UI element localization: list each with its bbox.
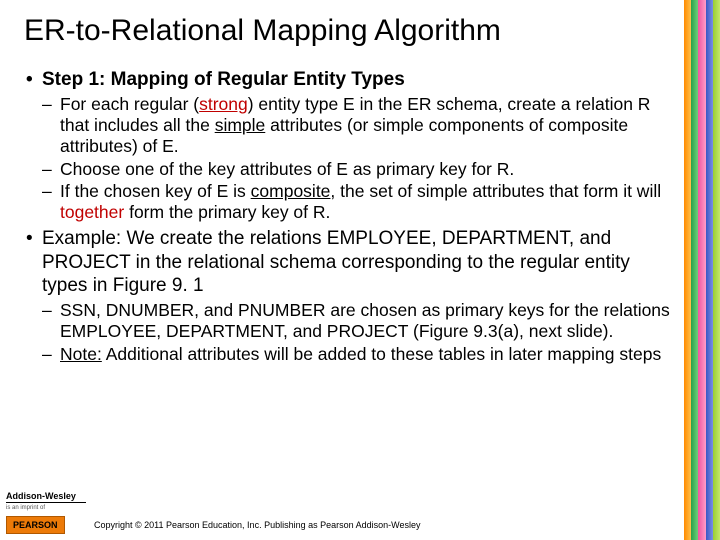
stripe xyxy=(691,0,698,540)
sub-list: SSN, DNUMBER, and PNUMBER are chosen as … xyxy=(42,300,670,365)
slide-content: ER-to-Relational Mapping Algorithm Step … xyxy=(24,14,670,368)
list-item: SSN, DNUMBER, and PNUMBER are chosen as … xyxy=(42,300,670,343)
list-item: If the chosen key of E is composite, the… xyxy=(42,181,670,224)
list-item: Note: Additional attributes will be adde… xyxy=(42,344,670,365)
pearson-badge: PEARSON xyxy=(6,516,65,534)
bullet-list: Step 1: Mapping of Regular Entity Types … xyxy=(24,68,670,365)
addison-wesley-text: Addison-Wesley xyxy=(6,491,86,503)
publisher-logo: Addison-Wesley is an imprint of PEARSON xyxy=(6,491,86,534)
list-item: Choose one of the key attributes of E as… xyxy=(42,159,670,180)
list-item: For each regular (strong) entity type E … xyxy=(42,94,670,158)
bullet-text: Step 1: Mapping of Regular Entity Types xyxy=(42,69,405,90)
stripe xyxy=(706,0,713,540)
bullet-text: Example: We create the relations EMPLOYE… xyxy=(42,228,630,297)
sub-list: For each regular (strong) entity type E … xyxy=(42,94,670,224)
stripe xyxy=(698,0,705,540)
slide-title: ER-to-Relational Mapping Algorithm xyxy=(24,14,670,48)
imprint-text: is an imprint of xyxy=(6,505,86,511)
copyright-text: Copyright © 2011 Pearson Education, Inc.… xyxy=(94,520,421,530)
list-item: Step 1: Mapping of Regular Entity Types … xyxy=(24,68,670,224)
decorative-stripes xyxy=(684,0,720,540)
stripe xyxy=(684,0,691,540)
stripe xyxy=(713,0,720,540)
list-item: Example: We create the relations EMPLOYE… xyxy=(24,227,670,365)
